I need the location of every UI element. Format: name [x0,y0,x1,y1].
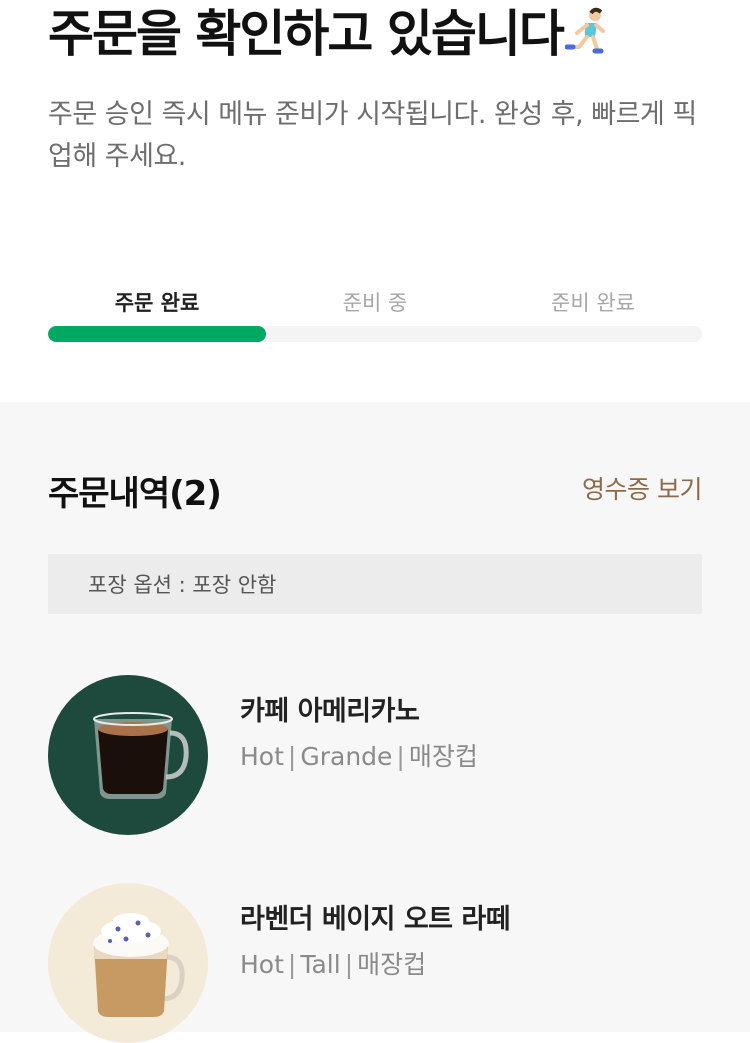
progress-bar [48,326,702,342]
order-header: 주문내역(2) 영수증 보기 [48,466,702,514]
order-item[interactable]: 카페 아메리카노 Hot | Grande | 매장컵 [48,675,702,835]
item-name: 라벤더 베이지 오트 라떼 [240,904,511,935]
page-title: 주문을 확인하고 있습니다 [48,4,611,68]
page-title-text: 주문을 확인하고 있습니다 [48,5,565,63]
view-receipt-link[interactable]: 영수증 보기 [582,470,702,506]
item-name: 카페 아메리카노 [240,696,420,727]
pack-option-box: 포장 옵션 : 포장 안함 [48,554,702,614]
item-cup: 매장컵 [357,950,427,979]
item-options: Hot | Tall | 매장컵 [240,945,426,981]
person-running-icon [564,7,611,68]
step-order-complete: 주문 완료 [114,291,200,315]
item-size: Tall [300,950,341,979]
item-options: Hot | Grande | 매장컵 [240,737,478,773]
step-preparing: 준비 중 [342,291,408,315]
americano-mug-icon [48,675,208,835]
option-separator: | [287,950,297,979]
progress-bar-fill [48,326,266,342]
item-size: Grande [300,742,393,771]
option-separator: | [287,742,297,771]
option-separator: | [344,950,354,979]
progress-steps: 주문 완료 준비 중 준비 완료 [48,288,702,318]
order-item[interactable]: 라벤더 베이지 오트 라떼 Hot | Tall | 매장컵 [48,883,702,1043]
step-ready: 준비 완료 [551,291,635,315]
item-cup: 매장컵 [408,742,478,771]
order-details-section: 주문내역(2) 영수증 보기 포장 옵션 : 포장 안함 카페 아메리카노 Ho… [0,402,750,1043]
item-temp: Hot [240,742,284,771]
page-subtitle: 주문 승인 즉시 메뉴 준비가 시작됩니다. 완성 후, 빠르게 픽업해 주세요… [48,99,697,172]
lavender-latte-mug-icon [48,883,208,1043]
order-list-title: 주문내역(2) [48,474,222,514]
order-status-section: 주문을 확인하고 있습니다 주문 승인 즉시 메뉴 준비가 시작됩니다. 완성 … [0,0,750,402]
pack-option-text: 포장 옵션 : 포장 안함 [88,573,277,597]
option-separator: | [396,742,405,771]
item-temp: Hot [240,950,284,979]
